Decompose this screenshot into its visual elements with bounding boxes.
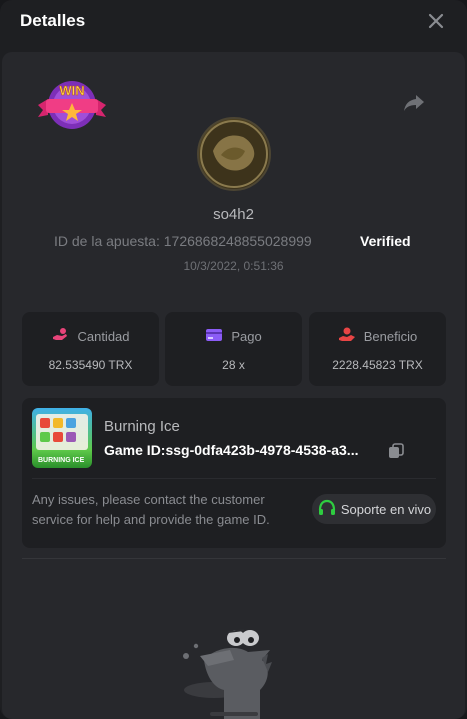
bet-details-modal: Detalles WIN so4h2 ID de la apuesta: 172…	[0, 0, 467, 719]
game-name: Burning Ice	[104, 418, 180, 435]
stat-amount-value: 82.535490 TRX	[48, 358, 133, 372]
hand-coins-icon	[51, 327, 69, 346]
support-text: Any issues, please contact the customer …	[32, 492, 270, 527]
live-support-label: Soporte en vivo	[340, 501, 432, 517]
game-thumbnail-text: BURNING ICE	[38, 457, 85, 464]
game-id-value: ssg-0dfa423b-4978-4538-a3...	[165, 442, 359, 458]
profit-hand-icon	[338, 327, 356, 346]
win-badge-text: WIN	[59, 83, 84, 98]
close-icon[interactable]	[426, 11, 446, 31]
stat-payout-value: 28 x	[222, 358, 245, 372]
headset-icon	[317, 499, 337, 520]
stat-payout-label: Pago	[231, 329, 262, 344]
stat-amount: Cantidad 82.535490 TRX	[22, 312, 159, 386]
bet-datetime: 10/3/2022, 0:51:36	[183, 259, 284, 273]
live-support-button[interactable]: Soporte en vivo	[312, 494, 436, 524]
win-badge-icon: WIN	[34, 75, 110, 131]
modal-title: Detalles	[20, 11, 86, 30]
card-divider	[32, 478, 436, 479]
stat-profit-value: 2228.45823 TRX	[332, 358, 423, 372]
avatar	[197, 117, 271, 191]
section-divider	[22, 558, 446, 559]
stat-payout: Pago 28 x	[165, 312, 302, 386]
crocodile-mascot-icon	[174, 620, 284, 719]
stat-profit-label: Beneficio	[363, 329, 418, 344]
bet-id: ID de la apuesta: 1726868248855028999	[54, 233, 312, 249]
game-id: Game ID:ssg-0dfa423b-4978-4538-a3...	[104, 442, 358, 458]
stat-profit: Beneficio 2228.45823 TRX	[309, 312, 446, 386]
stat-amount-label: Cantidad	[77, 329, 130, 344]
modal-header: Detalles	[0, 0, 467, 42]
game-id-label: Game ID:	[104, 442, 166, 458]
bet-id-label: ID de la apuesta:	[54, 233, 160, 249]
bottom-handle	[210, 712, 258, 716]
bet-id-value: 1726868248855028999	[163, 233, 312, 249]
game-card: BURNING ICE Burning Ice Game ID:ssg-0dfa…	[22, 398, 446, 548]
card-icon	[205, 327, 223, 346]
share-icon[interactable]	[402, 93, 426, 113]
copy-icon[interactable]	[388, 443, 404, 459]
game-thumbnail[interactable]: BURNING ICE	[32, 408, 92, 468]
username: so4h2	[213, 206, 254, 223]
verified-link[interactable]: Verified	[360, 233, 411, 249]
